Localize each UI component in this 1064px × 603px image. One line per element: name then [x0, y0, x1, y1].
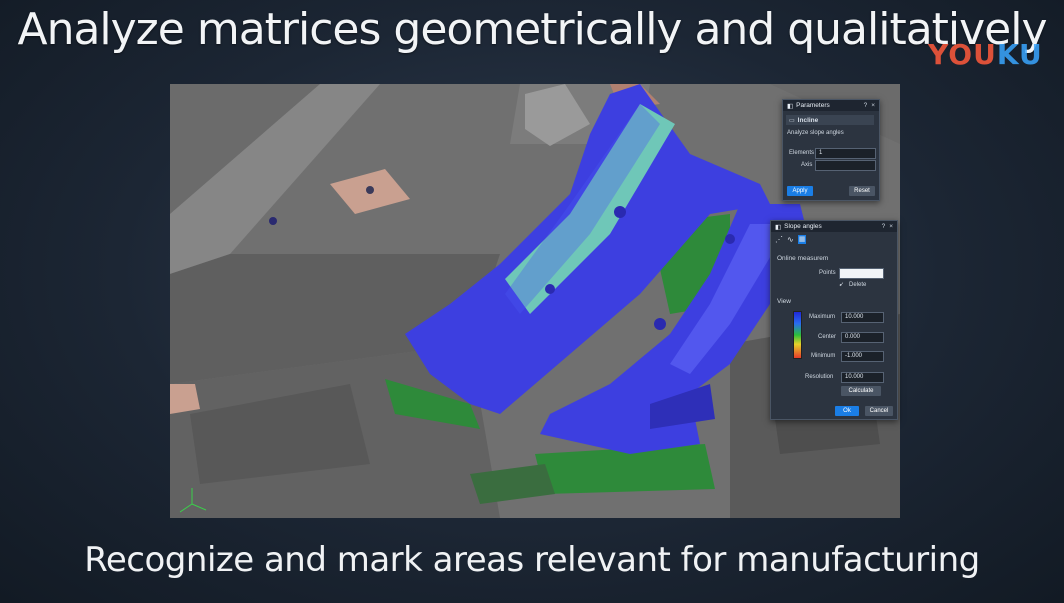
apply-button[interactable]: Apply	[787, 186, 813, 196]
delete-link[interactable]: Delete	[849, 282, 866, 288]
points-field[interactable]	[839, 268, 884, 279]
points-label: Points	[819, 270, 836, 276]
points-mode-icon[interactable]: ⋰	[775, 235, 783, 244]
axis-field[interactable]	[815, 160, 876, 171]
resolution-field[interactable]: 10.000	[841, 372, 884, 383]
incline-section-title: Incline	[797, 116, 819, 124]
minimum-field[interactable]: -1.000	[841, 351, 884, 362]
subtitle-caption: Recognize and mark areas relevant for ma…	[84, 540, 980, 580]
slope-angles-panel: ◧ Slope angles ? × ⋰ ∿ ▦ Online measurem…	[770, 220, 898, 420]
ok-button[interactable]: Ok	[835, 406, 859, 416]
panel-icon: ◧	[787, 102, 794, 110]
parameters-panel-titlebar: ◧ Parameters ? ×	[783, 100, 879, 111]
slope-panel-title: Slope angles	[784, 223, 822, 230]
youku-watermark-logo: YOUKU	[928, 38, 1043, 71]
elements-label: Elements	[789, 150, 815, 156]
minimum-label: Minimum	[811, 353, 836, 359]
calculate-button[interactable]: Calculate	[841, 386, 881, 396]
parameters-panel: ◧ Parameters ? × ▭ Incline Analyze slope…	[782, 99, 880, 201]
center-field[interactable]: 0.000	[841, 332, 884, 343]
center-label: Center	[818, 334, 837, 340]
incline-section-header[interactable]: ▭ Incline	[786, 115, 874, 125]
close-icon[interactable]: ×	[871, 102, 875, 109]
cursor-icon: ➹	[839, 282, 845, 288]
panel-icon: ◧	[775, 223, 782, 231]
watermark-part2: KU	[996, 38, 1043, 71]
headline-title: Analyze matrices geometrically and quali…	[17, 4, 1047, 55]
analyze-description: Analyze slope angles	[787, 130, 844, 136]
view-section-label: View	[777, 298, 791, 305]
color-scale-bar	[793, 311, 802, 359]
curve-mode-icon[interactable]: ∿	[787, 235, 794, 244]
elements-field[interactable]: 1	[815, 148, 876, 159]
cancel-button[interactable]: Cancel	[865, 406, 893, 416]
section-icon: ▭	[789, 117, 795, 124]
maximum-label: Maximum	[809, 314, 836, 320]
slope-panel-titlebar: ◧ Slope angles ? ×	[771, 221, 897, 232]
parameters-panel-title: Parameters	[796, 102, 830, 109]
maximum-field[interactable]: 10.000	[841, 312, 884, 323]
help-icon[interactable]: ?	[864, 102, 868, 109]
watermark-part1: YOU	[928, 38, 997, 71]
online-measurement-label: Online measurem	[777, 255, 829, 262]
surface-mode-icon[interactable]: ▦	[797, 235, 807, 244]
close-icon[interactable]: ×	[889, 223, 893, 230]
help-icon[interactable]: ?	[882, 223, 886, 230]
mode-toolbar: ⋰ ∿ ▦	[775, 235, 807, 244]
axis-label: Axis	[801, 162, 813, 168]
reset-button[interactable]: Reset	[849, 186, 875, 196]
resolution-label: Resolution	[805, 374, 834, 380]
